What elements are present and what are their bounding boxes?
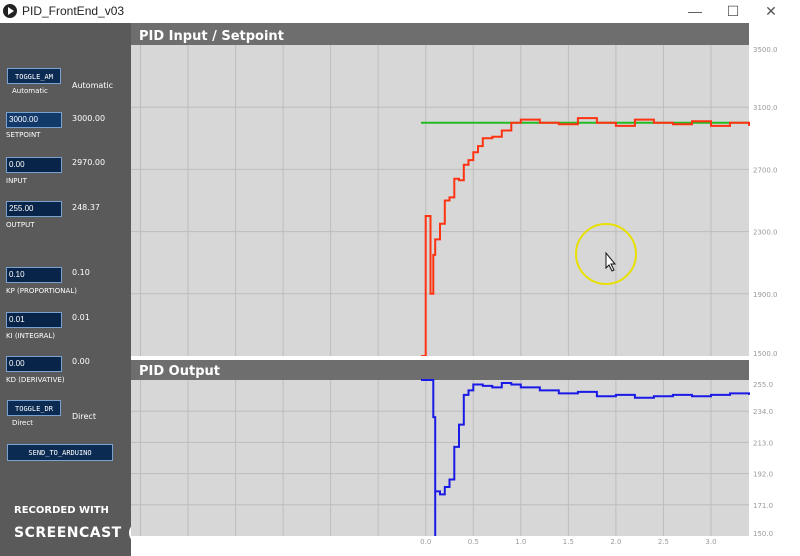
chart1-y-tick-label: 2300.0	[753, 229, 778, 237]
chart2-y-tick-label: 150.0	[753, 530, 773, 538]
chart2-y-tick-label: 213.0	[753, 439, 773, 447]
chart2-x-tick-label: 0.0	[420, 538, 431, 546]
chart1-y-ticks: 1500.0 1900.0 2300.0 2700.0 3100.0 3500.0	[753, 46, 778, 358]
chart2-plot-bg	[131, 380, 749, 536]
chart2-title: PID Output	[139, 364, 220, 379]
chart2-x-tick-label: 3.0	[705, 538, 716, 546]
chart2-x-tick-label: 2.0	[610, 538, 621, 546]
chart1-y-tick-label: 1900.0	[753, 291, 778, 299]
chart2-y-tick-label: 234.0	[753, 408, 773, 416]
chart1-title: PID Input / Setpoint	[139, 29, 284, 44]
chart2-y-ticks: 150.0 171.0 192.0 213.0 234.0 255.0	[753, 381, 773, 538]
chart1-y-tick-label: 1500.0	[753, 350, 778, 358]
chart1-plot-bg	[131, 45, 749, 356]
chart1-y-tick-label: 2700.0	[753, 166, 778, 174]
chart2-x-tick-label: 2.5	[658, 538, 669, 546]
output-chart: PID Output 150.0 171.0 192.0 213.0 234.0 255.…	[131, 360, 773, 546]
charts-area: PID Input / Setpoint 1500.0 1900.0 2300.0 2…	[131, 23, 778, 546]
input-setpoint-chart: PID Input / Setpoint 1500.0 1900.0 2300.0 2…	[131, 23, 778, 358]
chart2-x-tick-label: 1.5	[563, 538, 574, 546]
chart2-x-ticks: 0.0 0.5 1.0 1.5 2.0 2.5 3.0	[420, 538, 716, 546]
chart2-x-tick-label: 0.5	[468, 538, 479, 546]
chart2-y-tick-label: 171.0	[753, 502, 773, 510]
chart2-y-tick-label: 192.0	[753, 471, 773, 479]
chart-separator	[131, 356, 749, 360]
chart2-x-tick-label: 1.0	[515, 538, 526, 546]
chart1-y-tick-label: 3100.0	[753, 104, 778, 112]
chart2-header	[131, 360, 749, 380]
chart2-y-tick-label: 255.0	[753, 381, 773, 389]
chart1-y-tick-label: 3500.0	[753, 46, 778, 54]
